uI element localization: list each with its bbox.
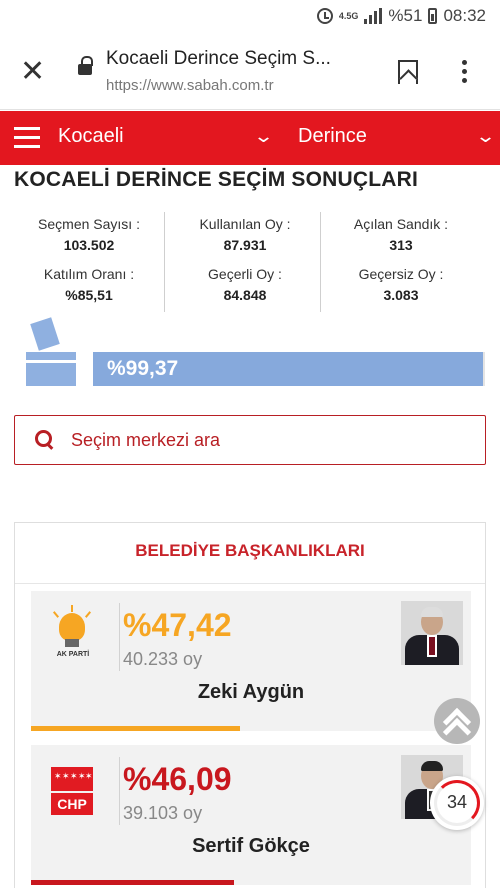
battery-percent: %51 (388, 6, 423, 25)
stat-voters: Seçmen Sayısı : 103.502 (14, 216, 164, 253)
stat-value: 103.502 (63, 237, 115, 253)
stat-value: 87.931 (223, 237, 267, 253)
divider (320, 212, 321, 312)
vote-share-bar (31, 880, 234, 885)
notification-counter[interactable]: 34 (430, 776, 484, 830)
section-title: BELEDİYE BAŞKANLIKLARI (135, 541, 365, 560)
vote-share-bar (31, 726, 240, 731)
alarm-icon (316, 8, 333, 24)
vote-count: 39.103 oy (123, 803, 203, 823)
election-stats: Seçmen Sayısı : 103.502 Kullanılan Oy : … (0, 206, 500, 314)
divider (119, 757, 120, 825)
vote-count: 40.233 oy (123, 649, 203, 669)
url-text[interactable]: https://www.sabah.com.tr (106, 77, 274, 94)
lock-icon (78, 56, 93, 78)
clock: 08:32 (443, 6, 486, 25)
divider (119, 603, 120, 671)
close-icon[interactable]: ✕ (20, 57, 45, 87)
more-menu-icon[interactable] (462, 60, 470, 87)
candidate-photo (401, 601, 463, 665)
stat-invalid-votes: Geçersiz Oy : 3.083 (326, 266, 476, 303)
location-nav: Kocaeli ⌄ Derince ⌄ (0, 111, 500, 165)
stat-value: 313 (389, 237, 413, 253)
page-title: KOCAELİ DERİNCE SEÇİM SONUÇLARI (14, 168, 419, 191)
akp-logo-icon: AK PARTİ (49, 605, 97, 667)
stat-label: Kullanılan Oy : (199, 216, 291, 232)
stat-label: Geçersiz Oy : (358, 266, 444, 282)
search-icon (35, 430, 53, 448)
progress-label: %99,37 (107, 357, 179, 380)
chevron-down-icon[interactable]: ⌄ (253, 126, 274, 147)
signal-icon (364, 8, 383, 24)
candidate-card[interactable]: AK PARTİ %47,42 40.233 oy Zeki Aygün (31, 591, 471, 731)
stat-label: Geçerli Oy : (208, 266, 282, 282)
stat-value: 3.083 (383, 287, 419, 303)
counter-value: 34 (446, 792, 468, 812)
stat-turnout: Katılım Oranı : %85,51 (14, 266, 164, 303)
candidate-name: Zeki Aygün (197, 681, 305, 703)
stat-label: Açılan Sandık : (353, 216, 449, 232)
scroll-to-top-button[interactable] (434, 698, 480, 747)
candidate-name: Sertif Gökçe (192, 835, 310, 857)
results-panel: BELEDİYE BAŞKANLIKLARI AK PARTİ %47,42 4… (14, 522, 486, 888)
vote-percent: %47,42 (123, 607, 232, 643)
chevron-down-icon[interactable]: ⌄ (475, 126, 496, 147)
stat-used-votes: Kullanılan Oy : 87.931 (170, 216, 320, 253)
tab-title[interactable]: Kocaeli Derince Seçim S... (106, 48, 356, 70)
stat-opened-boxes: Açılan Sandık : 313 (326, 216, 476, 253)
chp-logo-icon: ✶ ✶ ✶ ✶ ✶ CHP (49, 765, 97, 821)
ballot-box-icon (26, 317, 76, 388)
vote-percent: %46,09 (123, 761, 232, 797)
browser-toolbar: ✕ Kocaeli Derince Seçim S... https://www… (0, 34, 500, 110)
battery-icon (428, 8, 438, 24)
search-placeholder: Seçim merkezi ara (71, 430, 221, 450)
status-bar: 4.5G %51 08:32 (0, 0, 500, 34)
stat-value: %85,51 (65, 287, 113, 303)
bookmark-icon[interactable] (398, 60, 418, 84)
ballot-progress-bar: %99,37 (93, 352, 485, 386)
stat-valid-votes: Geçerli Oy : 84.848 (170, 266, 320, 303)
divider (164, 212, 165, 312)
hamburger-menu-icon[interactable] (14, 127, 40, 154)
candidate-card[interactable]: ✶ ✶ ✶ ✶ ✶ CHP %46,09 39.103 oy Sertif Gökçe (31, 745, 471, 885)
district-select[interactable]: Derince (298, 125, 367, 148)
divider (15, 583, 485, 584)
province-select[interactable]: Kocaeli (58, 125, 124, 148)
search-input[interactable]: Seçim merkezi ara (14, 415, 486, 465)
stat-label: Katılım Oranı : (43, 266, 135, 282)
network-type: 4.5G (338, 10, 359, 21)
stat-label: Seçmen Sayısı : (38, 216, 140, 232)
stat-value: 84.848 (223, 287, 267, 303)
